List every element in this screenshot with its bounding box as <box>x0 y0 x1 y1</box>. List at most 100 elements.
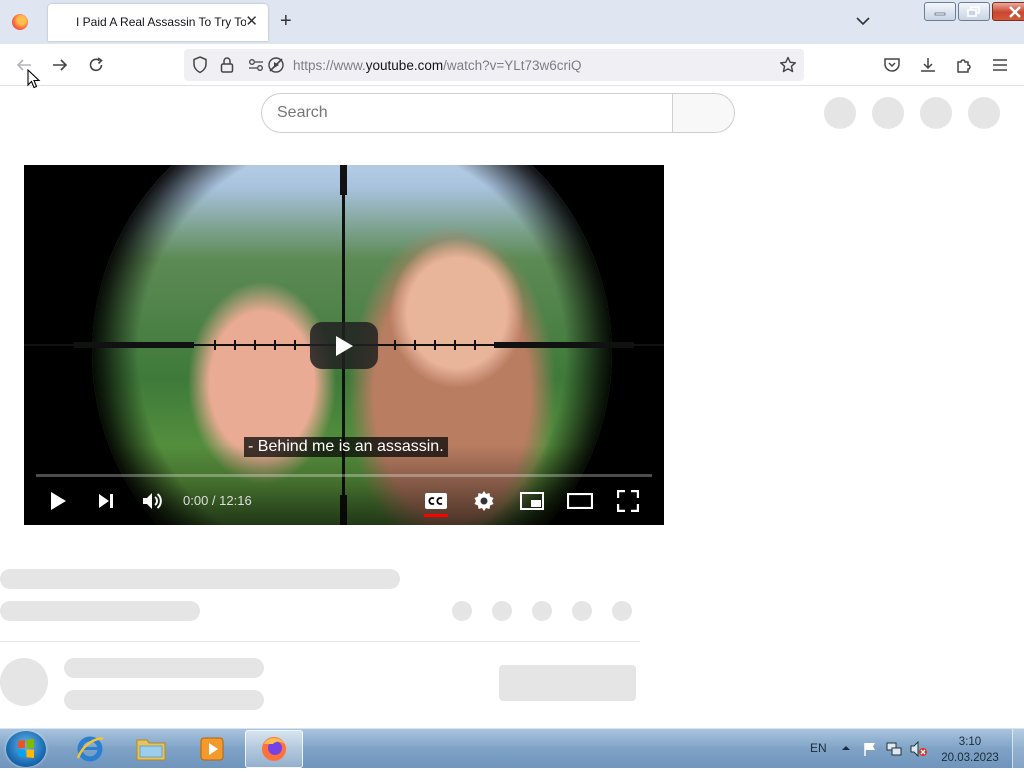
tracking-protection-shield-icon[interactable] <box>190 55 210 75</box>
taskbar-firefox[interactable] <box>245 730 303 768</box>
autoplay-blocked-icon[interactable] <box>266 55 286 75</box>
captions-button[interactable] <box>423 489 449 513</box>
volume-icon <box>143 493 162 509</box>
crosshair-tick <box>214 340 216 350</box>
fullscreen-button[interactable] <box>615 489 641 513</box>
action-center-flag-icon[interactable] <box>862 741 878 757</box>
title-placeholder <box>0 569 400 589</box>
crosshair-tick <box>274 340 276 350</box>
skip-next-icon <box>99 494 113 508</box>
lock-icon[interactable] <box>217 55 237 75</box>
progress-bar[interactable] <box>36 474 652 477</box>
channel-avatar-placeholder <box>0 658 48 706</box>
mouse-cursor-icon <box>27 69 41 89</box>
address-bar[interactable]: https://www.youtube.com/watch?v=YLt73w6c… <box>184 49 804 81</box>
clock-time: 3:10 <box>958 736 982 748</box>
search-box <box>261 93 672 133</box>
crosshair-tick <box>294 340 296 350</box>
large-play-button[interactable] <box>310 322 378 369</box>
action-placeholder <box>612 601 632 621</box>
language-indicator[interactable]: EN <box>810 741 827 755</box>
taskbar-media-player[interactable] <box>183 730 241 768</box>
url-domain: youtube.com <box>365 58 444 73</box>
firefox-menu-icon[interactable] <box>12 14 28 30</box>
play-button[interactable] <box>45 489 71 513</box>
close-window-button[interactable] <box>992 2 1024 21</box>
crosshair-bar-right <box>494 342 634 348</box>
crosshair-tick <box>394 340 396 350</box>
downloads-icon[interactable] <box>918 55 938 75</box>
crosshair-tick <box>434 340 436 350</box>
network-icon[interactable] <box>886 741 902 757</box>
tab-close-button[interactable]: ✕ <box>245 14 258 30</box>
internet-explorer-icon <box>76 736 104 762</box>
url-path: /watch?v=YLt73w6criQ <box>443 58 582 73</box>
taskbar-internet-explorer[interactable] <box>61 730 119 768</box>
cc-icon <box>425 493 447 509</box>
gear-icon <box>474 491 494 511</box>
theater-mode-button[interactable] <box>567 489 593 513</box>
restore-button[interactable] <box>958 2 990 21</box>
browser-tab-strip: I Paid A Real Assassin To Try To ✕ + <box>0 0 1024 44</box>
settings-button[interactable] <box>471 489 497 513</box>
miniplayer-button[interactable] <box>519 489 545 513</box>
folder-icon <box>136 739 166 761</box>
volume-button[interactable] <box>140 489 166 513</box>
tab-title: I Paid A Real Assassin To Try To <box>76 15 246 29</box>
subtitle-placeholder <box>0 601 200 621</box>
new-tab-button[interactable]: + <box>280 11 292 31</box>
action-placeholder <box>532 601 552 621</box>
theater-icon <box>567 493 593 509</box>
time-display: 0:00 / 12:16 <box>183 493 252 508</box>
play-icon <box>51 492 66 510</box>
action-placeholder <box>492 601 512 621</box>
firefox-icon <box>262 737 286 761</box>
action-placeholder <box>572 601 592 621</box>
header-icon-placeholder <box>872 97 904 129</box>
windows-logo-icon <box>18 739 34 758</box>
list-all-tabs-icon[interactable] <box>856 13 870 31</box>
volume-muted-icon[interactable] <box>910 740 927 758</box>
clock-date: 20.03.2023 <box>941 752 999 764</box>
windows-taskbar: EN 3:10 20.03.2023 <box>0 728 1024 769</box>
url-text[interactable]: https://www.youtube.com/watch?v=YLt73w6c… <box>293 58 582 73</box>
crosshair-tick <box>414 340 416 350</box>
crosshair-bar-top <box>340 165 347 195</box>
header-icon-placeholder <box>824 97 856 129</box>
media-player-icon <box>200 737 224 761</box>
captions-active-indicator <box>424 514 448 517</box>
search-button[interactable] <box>672 93 735 133</box>
url-scheme-host: https://www. <box>293 58 366 73</box>
play-icon <box>336 335 353 356</box>
crosshair-tick <box>254 340 256 350</box>
crosshair-tick <box>234 340 236 350</box>
browser-tab-active[interactable]: I Paid A Real Assassin To Try To ✕ <box>48 4 268 41</box>
controls-gradient <box>24 445 664 525</box>
miniplayer-icon <box>520 492 544 510</box>
minimize-button[interactable] <box>924 2 956 21</box>
search-input[interactable] <box>277 104 657 122</box>
window-controls <box>924 2 1024 22</box>
crosshair-tick <box>454 340 456 350</box>
bookmark-star-icon[interactable] <box>778 55 798 75</box>
clock[interactable]: 3:10 20.03.2023 <box>940 734 1000 766</box>
subtitle-caption: - Behind me is an assassin. <box>244 437 448 457</box>
taskbar-file-explorer[interactable] <box>122 730 180 768</box>
divider <box>0 641 640 642</box>
subscribe-button-placeholder <box>499 665 636 701</box>
avatar-placeholder <box>968 97 1000 129</box>
extensions-puzzle-icon[interactable] <box>954 55 974 75</box>
forward-arrow-icon[interactable] <box>50 55 70 75</box>
next-button[interactable] <box>93 489 119 513</box>
show-desktop-button[interactable] <box>1012 729 1024 769</box>
show-hidden-icons-icon[interactable] <box>840 741 856 757</box>
permissions-icon[interactable] <box>246 55 266 75</box>
pocket-icon[interactable] <box>882 55 902 75</box>
video-player[interactable]: - Behind me is an assassin. 0:00 / 12:16 <box>24 165 664 525</box>
navigation-toolbar: https://www.youtube.com/watch?v=YLt73w6c… <box>0 44 1024 86</box>
reload-icon[interactable] <box>86 55 106 75</box>
channel-subs-placeholder <box>64 690 264 710</box>
crosshair-tick <box>474 340 476 350</box>
start-button[interactable] <box>6 731 46 767</box>
hamburger-menu-icon[interactable] <box>990 55 1010 75</box>
